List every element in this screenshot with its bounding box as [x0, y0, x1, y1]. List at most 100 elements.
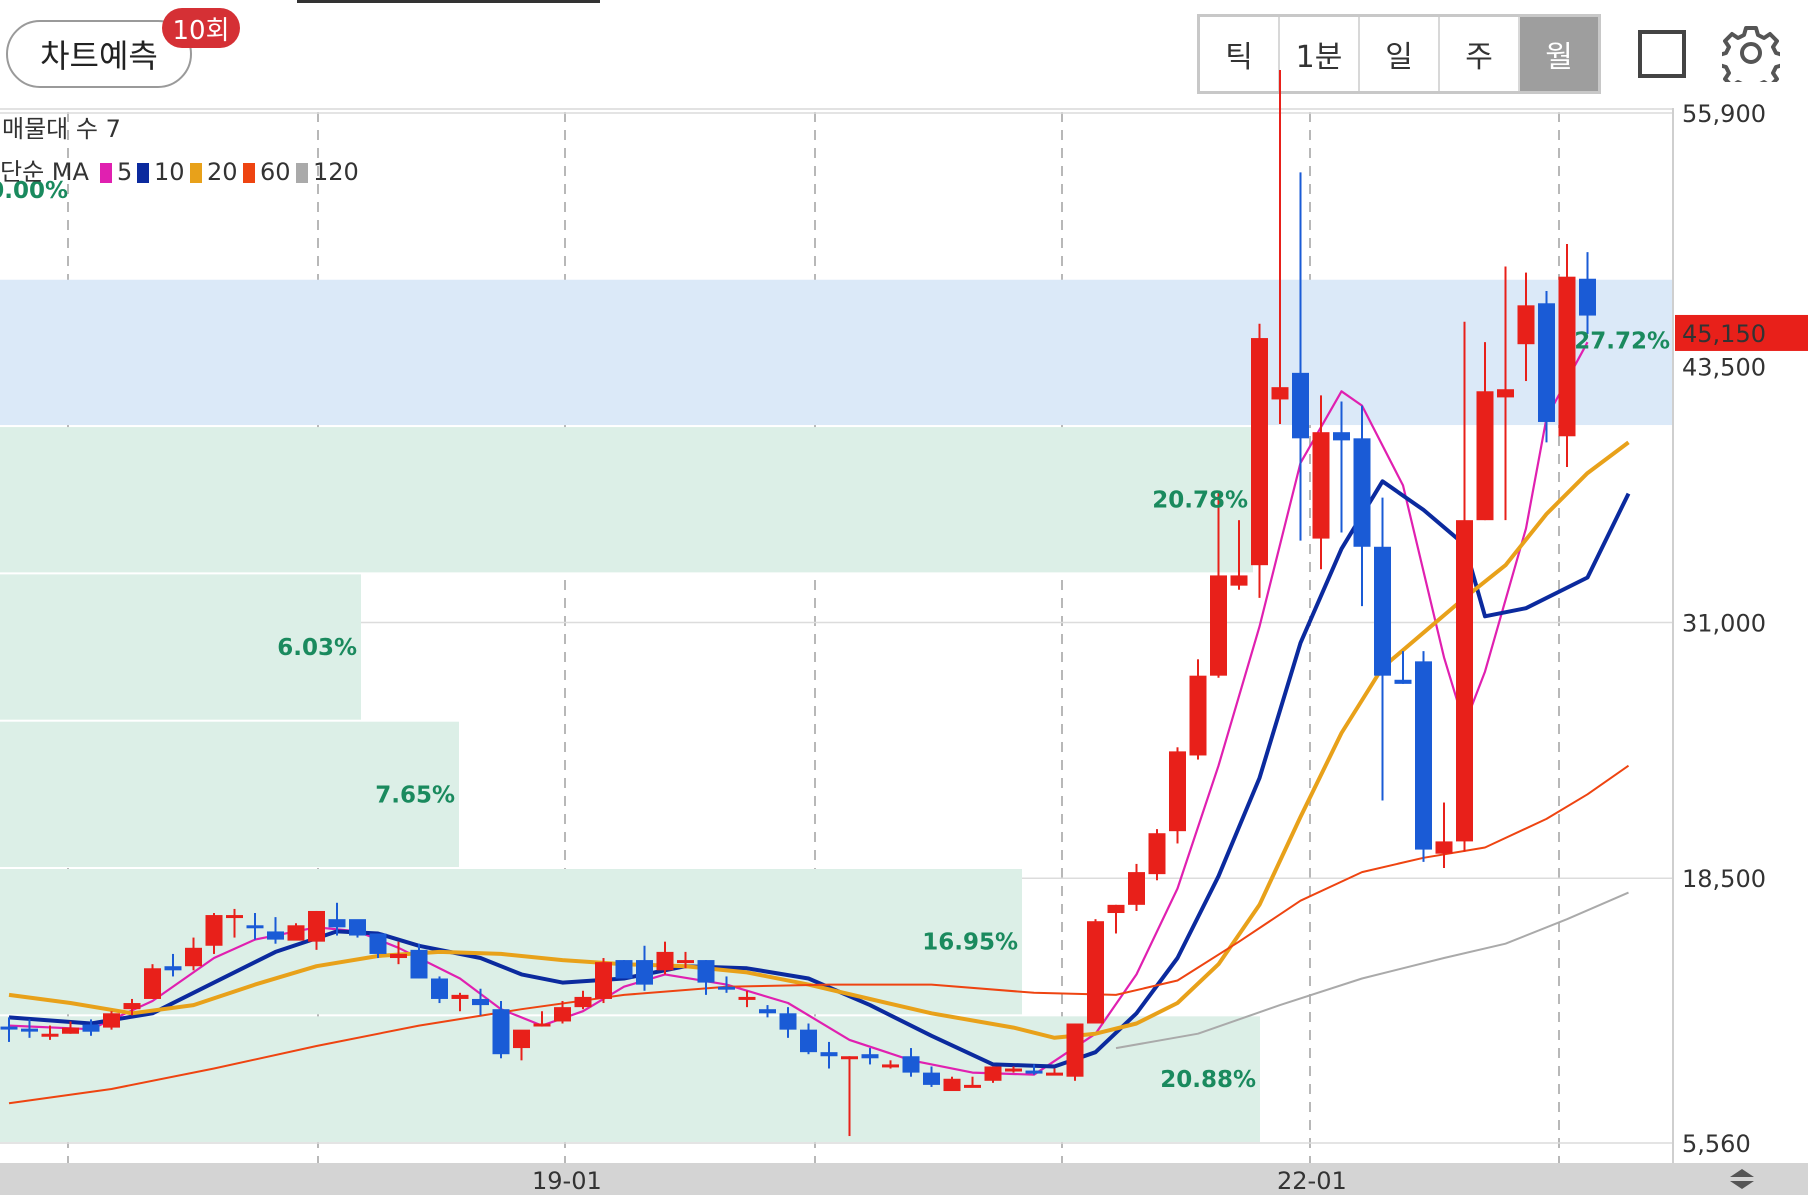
y-axis-label: 18,500: [1682, 865, 1766, 893]
candle-body: [1025, 1070, 1043, 1074]
candle-body: [1210, 575, 1227, 676]
ma-legend-20: 20: [207, 158, 238, 186]
candle-body: [1107, 904, 1125, 914]
candle-body: [1046, 1072, 1063, 1076]
candle-body: [882, 1064, 899, 1068]
candle-body: [308, 910, 325, 942]
candle-body: [267, 931, 284, 940]
candle-body: [1148, 833, 1166, 875]
candle-body: [390, 953, 407, 959]
candle-body: [349, 919, 366, 936]
volume-profile-label: 20.88%: [1160, 1067, 1256, 1093]
candle-body: [1394, 679, 1412, 684]
candle-body: [964, 1084, 981, 1088]
candle-body: [759, 1009, 776, 1014]
candle-body: [1333, 432, 1350, 441]
candle-body: [1169, 751, 1186, 832]
candle-body: [41, 1033, 59, 1037]
candle-body: [1415, 661, 1432, 850]
candle-body: [21, 1028, 38, 1032]
candle-body: [287, 925, 305, 941]
candle-body: [1476, 391, 1494, 521]
x-axis-label: 19-01: [532, 1167, 602, 1195]
candle-body: [861, 1054, 879, 1059]
volume-profile-label: 16.95%: [922, 930, 1018, 956]
candle-body: [697, 960, 715, 983]
x-axis-label: 22-01: [1277, 1167, 1347, 1195]
candle-body: [1189, 675, 1207, 756]
candle-body: [431, 978, 448, 999]
candle-body: [841, 1056, 858, 1060]
candle-body: [0, 1026, 18, 1030]
candle-body: [144, 968, 161, 999]
candle-body: [1005, 1068, 1022, 1072]
volume-profile-label: 27.72%: [1574, 328, 1670, 354]
candle-body: [369, 933, 387, 954]
y-axis-label: 55,900: [1682, 100, 1766, 128]
candle-body: [1312, 432, 1330, 539]
candle-body: [410, 949, 428, 979]
ma-legend-10: 10: [154, 158, 185, 186]
candle-body: [1353, 438, 1371, 547]
candle-body: [1435, 841, 1453, 854]
candle-body: [820, 1052, 838, 1057]
candle-body: [615, 960, 633, 979]
candle-body: [62, 1027, 79, 1034]
candle-body: [984, 1066, 1002, 1081]
y-axis-label: 43,500: [1682, 354, 1766, 382]
candle-body: [82, 1024, 100, 1032]
candle-body: [1087, 921, 1104, 1024]
candle-body: [800, 1029, 817, 1053]
candle-body: [1579, 278, 1596, 316]
candle-body: [1456, 520, 1473, 842]
candle-body: [513, 1029, 530, 1049]
candle-body: [1497, 389, 1514, 398]
candle-body: [1128, 872, 1145, 905]
y-axis-label: 5,560: [1682, 1130, 1751, 1158]
candle-body: [164, 966, 182, 971]
candle-body: [226, 915, 243, 919]
candlestick-chart[interactable]: 0.00%27.72%20.78%6.03%7.65%16.95%20.88% …: [0, 0, 1808, 1163]
volume-profile-label: 20.78%: [1152, 488, 1248, 514]
candle-body: [533, 1023, 551, 1027]
candle-body: [451, 994, 469, 999]
candle-body: [205, 915, 223, 946]
volume-profile-legend: 매물대 수 7: [2, 115, 121, 143]
candle-body: [328, 919, 346, 928]
candle-body: [574, 996, 592, 1008]
candle-body: [185, 947, 202, 967]
ma-swatch-60: [243, 163, 255, 183]
ma-legend-120: 120: [313, 158, 359, 186]
ma-swatch-10: [137, 163, 149, 183]
candle-body: [595, 962, 612, 999]
candle-body: [554, 1007, 571, 1022]
candle-body: [1374, 546, 1391, 676]
candle-body: [1292, 372, 1309, 439]
candle-body: [1066, 1023, 1084, 1077]
ma-legend-5: 5: [117, 158, 132, 186]
candle-body: [1538, 303, 1555, 422]
ma-swatch-20: [190, 163, 202, 183]
candle-body: [1251, 338, 1268, 566]
candle-body: [472, 998, 489, 1006]
ma-swatch-5: [100, 163, 112, 183]
candle-body: [923, 1072, 940, 1085]
ma-legend-title: 단순 MA: [0, 158, 89, 186]
candle-body: [738, 996, 756, 1000]
candle-body: [656, 951, 674, 971]
candle-body: [677, 960, 694, 964]
volume-profile-bar: [0, 279, 1672, 426]
candle-body: [123, 1003, 141, 1010]
candle-body: [492, 1009, 510, 1055]
candle-body: [902, 1056, 920, 1073]
volume-profile-label: 6.03%: [277, 635, 357, 661]
ma-legend-60: 60: [260, 158, 291, 186]
candle-body: [1558, 276, 1576, 437]
candle-body: [246, 925, 264, 929]
volume-profile-label: 7.65%: [375, 782, 455, 808]
current-price-label: 45,150: [1682, 320, 1766, 348]
chart-resize-handle-icon[interactable]: [1724, 1166, 1760, 1192]
candle-body: [718, 986, 735, 990]
candle-body: [1271, 387, 1289, 400]
candle-body: [103, 1013, 120, 1028]
